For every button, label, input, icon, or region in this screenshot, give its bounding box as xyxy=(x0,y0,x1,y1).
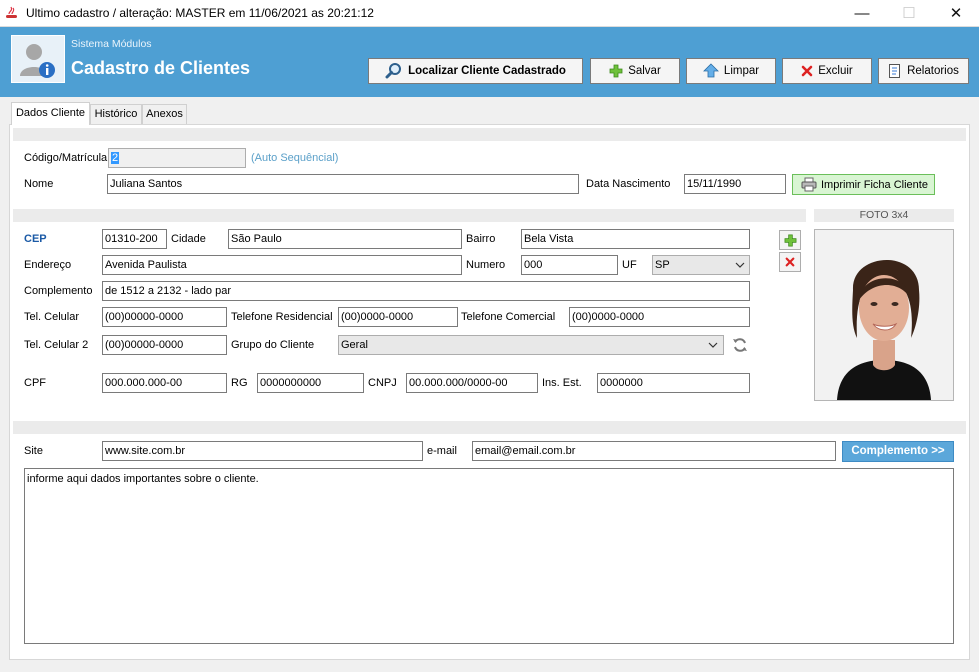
tel-comercial-label: Telefone Comercial xyxy=(461,311,556,323)
header-banner: Sistema Módulos Cadastro de Clientes Loc… xyxy=(0,27,979,97)
address-section-separator xyxy=(13,209,806,222)
grupo-cliente-value: Geral xyxy=(341,339,368,351)
notes-textarea[interactable]: informe aqui dados importantes sobre o c… xyxy=(24,468,954,644)
endereco-label: Endereço xyxy=(24,259,72,271)
print-client-sheet-label: Imprimir Ficha Cliente xyxy=(821,178,928,191)
uf-value: SP xyxy=(655,259,670,271)
refresh-icon[interactable] xyxy=(732,337,748,353)
ins-est-field[interactable]: 0000000 xyxy=(597,373,750,393)
bairro-field[interactable]: Bela Vista xyxy=(521,229,750,249)
tel-comercial-field[interactable]: (00)0000-0000 xyxy=(569,307,750,327)
tel-residencial-label: Telefone Residencial xyxy=(231,311,333,323)
save-button[interactable]: Salvar xyxy=(590,58,680,84)
web-section-separator xyxy=(13,421,966,434)
find-client-button[interactable]: Localizar Cliente Cadastrado xyxy=(368,58,583,84)
cep-field[interactable]: 01310-200 xyxy=(102,229,167,249)
email-field[interactable]: email@email.com.br xyxy=(472,441,836,461)
find-client-label: Localizar Cliente Cadastrado xyxy=(408,65,566,77)
bairro-label: Bairro xyxy=(466,233,496,245)
plus-icon xyxy=(784,234,796,246)
clear-label: Limpar xyxy=(723,65,760,77)
numero-label: Numero xyxy=(466,259,506,271)
rg-label: RG xyxy=(231,377,248,389)
cidade-label: Cidade xyxy=(171,233,206,245)
reports-button[interactable]: Relatorios xyxy=(878,58,969,84)
report-icon xyxy=(889,64,901,78)
data-nascimento-field[interactable]: 15/11/1990 xyxy=(684,174,786,194)
cidade-field[interactable]: São Paulo xyxy=(228,229,462,249)
complemento-button[interactable]: Complemento >> xyxy=(842,441,954,462)
nome-label: Nome xyxy=(24,178,54,190)
rg-field[interactable]: 0000000000 xyxy=(257,373,364,393)
header-subtitle: Sistema Módulos xyxy=(71,38,152,50)
grupo-cliente-label: Grupo do Cliente xyxy=(231,339,315,351)
ins-est-label: Ins. Est. xyxy=(542,377,582,389)
save-label: Salvar xyxy=(628,65,661,77)
delete-button[interactable]: Excluir xyxy=(782,58,872,84)
codigo-hint: (Auto Sequêncial) xyxy=(251,152,339,164)
email-label: e-mail xyxy=(427,445,457,457)
cpf-field[interactable]: 000.000.000-00 xyxy=(102,373,227,393)
tel-celular-field[interactable]: (00)00000-0000 xyxy=(102,307,227,327)
user-info-icon xyxy=(11,35,65,83)
window-titlebar: Ultimo cadastro / alteração: MASTER em 1… xyxy=(0,0,979,27)
section-separator xyxy=(13,128,966,141)
codigo-label: Código/Matrícula xyxy=(24,152,108,164)
arrow-up-icon xyxy=(702,63,719,78)
plus-icon xyxy=(609,64,623,78)
numero-field[interactable]: 000 xyxy=(521,255,618,275)
chevron-down-icon xyxy=(708,342,718,348)
uf-select[interactable]: SP xyxy=(652,255,750,275)
foto-label: FOTO 3x4 xyxy=(814,209,954,222)
chevron-down-icon xyxy=(735,262,745,268)
window-title: Ultimo cadastro / alteração: MASTER em 1… xyxy=(26,6,374,20)
codigo-value: 2 xyxy=(111,152,120,164)
tab-dados-cliente[interactable]: Dados Cliente xyxy=(11,102,90,125)
grupo-cliente-select[interactable]: Geral xyxy=(338,335,724,355)
cnpj-field[interactable]: 00.000.000/0000-00 xyxy=(406,373,538,393)
tel-residencial-field[interactable]: (00)0000-0000 xyxy=(338,307,458,327)
cnpj-label: CNPJ xyxy=(368,377,397,389)
delete-x-icon xyxy=(801,65,813,77)
minimize-button[interactable]: — xyxy=(839,0,885,27)
tel-celular-label: Tel. Celular xyxy=(24,311,80,323)
delete-label: Excluir xyxy=(818,65,853,77)
client-photo[interactable] xyxy=(814,229,954,401)
tel-celular2-label: Tel. Celular 2 xyxy=(24,339,89,351)
tab-anexos[interactable]: Anexos xyxy=(142,104,187,124)
complemento-label: Complemento xyxy=(24,285,93,297)
cep-label: CEP xyxy=(24,233,47,245)
nome-field[interactable]: Juliana Santos xyxy=(107,174,579,194)
data-nascimento-label: Data Nascimento xyxy=(586,178,671,190)
delete-x-icon xyxy=(785,257,795,267)
close-button[interactable]: ✕ xyxy=(933,0,979,27)
site-label: Site xyxy=(24,445,43,457)
cpf-label: CPF xyxy=(24,377,46,389)
tab-historico[interactable]: Histórico xyxy=(90,104,142,124)
reports-label: Relatorios xyxy=(907,65,959,77)
print-client-sheet-button[interactable]: Imprimir Ficha Cliente xyxy=(792,174,935,195)
uf-label: UF xyxy=(622,259,637,271)
endereco-field[interactable]: Avenida Paulista xyxy=(102,255,462,275)
remove-photo-button[interactable] xyxy=(779,252,801,272)
maximize-button[interactable]: ☐ xyxy=(886,0,932,27)
portrait-image xyxy=(815,230,953,400)
java-app-icon xyxy=(6,6,17,18)
clear-button[interactable]: Limpar xyxy=(686,58,776,84)
add-photo-button[interactable] xyxy=(779,230,801,250)
codigo-field[interactable]: 2 xyxy=(108,148,246,168)
search-icon xyxy=(385,63,402,79)
printer-icon xyxy=(801,177,817,192)
site-field[interactable]: www.site.com.br xyxy=(102,441,423,461)
page-title: Cadastro de Clientes xyxy=(71,58,251,78)
tel-celular2-field[interactable]: (00)00000-0000 xyxy=(102,335,227,355)
complemento-field[interactable]: de 1512 a 2132 - lado par xyxy=(102,281,750,301)
